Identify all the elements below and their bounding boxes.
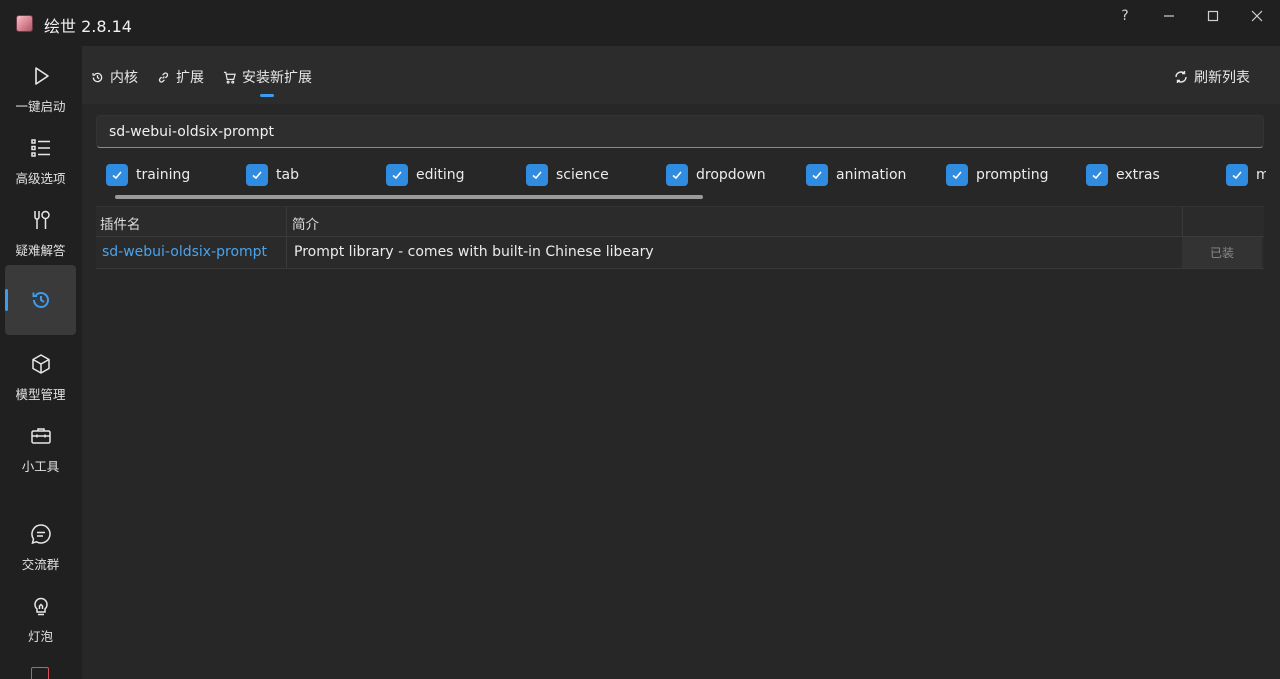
link-icon <box>156 70 170 84</box>
filter-label: prompting <box>976 167 1049 183</box>
toolbox-icon <box>29 424 53 448</box>
history-icon <box>29 288 53 312</box>
filter-label: animation <box>836 167 907 183</box>
tab-extensions[interactable]: 扩展 <box>156 66 204 88</box>
search-input[interactable] <box>97 116 1263 147</box>
calendar-icon[interactable] <box>31 667 49 679</box>
sidebar-item-versions[interactable] <box>5 265 76 335</box>
filter-checkbox-editing[interactable]: editing <box>386 164 465 186</box>
table-row[interactable]: sd-webui-oldsix-prompt Prompt library - … <box>96 237 1264 269</box>
refresh-icon <box>1174 70 1188 84</box>
tab-install-new[interactable]: 安装新扩展 <box>222 66 312 88</box>
filter-checkbox-animation[interactable]: animation <box>806 164 906 186</box>
filter-checkbox-tab[interactable]: tab <box>246 164 299 186</box>
filter-checkbox-models[interactable]: models <box>1226 164 1266 186</box>
help-button[interactable]: ? <box>1103 0 1147 32</box>
sidebar-item-label: 交流群 <box>21 557 60 572</box>
sidebar-item-models[interactable]: 模型管理 <box>5 334 76 404</box>
filter-label: dropdown <box>696 167 766 183</box>
sidebar: 一键启动 高级选项 疑难解答 模型管理 小工具 交流群 灯泡 <box>0 46 82 679</box>
history-icon <box>90 70 104 84</box>
cube-icon <box>29 352 53 376</box>
column-header-description[interactable]: 简介 <box>292 213 319 233</box>
refresh-list-button[interactable]: 刷新列表 <box>1174 66 1250 88</box>
checkmark-icon <box>246 164 268 186</box>
app-title: 绘世 2.8.14 <box>44 17 132 36</box>
tools-icon <box>29 208 53 232</box>
extensions-table: 插件名 简介 sd-webui-oldsix-prompt Prompt lib… <box>96 206 1264 269</box>
column-divider <box>286 207 287 236</box>
filter-label: training <box>136 167 191 183</box>
filter-label: models <box>1256 167 1266 183</box>
bulb-icon <box>29 594 53 618</box>
search-box[interactable] <box>96 115 1264 148</box>
play-icon <box>29 64 53 88</box>
extension-name-link[interactable]: sd-webui-oldsix-prompt <box>102 244 267 260</box>
sidebar-item-label: 一键启动 <box>15 99 66 114</box>
checkmark-icon <box>526 164 548 186</box>
filter-checkbox-science[interactable]: science <box>526 164 609 186</box>
minimize-icon <box>1164 15 1174 17</box>
sidebar-item-advanced[interactable]: 高级选项 <box>5 118 76 188</box>
checkmark-icon <box>1086 164 1108 186</box>
minimize-button[interactable] <box>1147 0 1191 32</box>
maximize-button[interactable] <box>1191 0 1235 32</box>
sidebar-item-label: 疑难解答 <box>15 243 66 258</box>
tag-filters: training tab editing science dropdown an… <box>96 160 1266 196</box>
close-button[interactable] <box>1235 0 1279 32</box>
sidebar-item-label: 模型管理 <box>15 387 66 402</box>
filter-label: science <box>556 167 609 183</box>
column-divider <box>286 237 287 268</box>
maximize-icon <box>1207 10 1219 22</box>
tab-bar: 内核 扩展 安装新扩展 刷新列表 <box>82 46 1280 104</box>
sidebar-item-bulb[interactable]: 灯泡 <box>5 576 76 646</box>
sidebar-item-troubleshoot[interactable]: 疑难解答 <box>5 190 76 260</box>
checkmark-icon <box>806 164 828 186</box>
tab-kernel[interactable]: 内核 <box>90 66 138 88</box>
filter-label: extras <box>1116 167 1160 183</box>
tab-label: 内核 <box>110 70 138 86</box>
cart-icon <box>222 70 236 84</box>
active-indicator <box>5 289 8 311</box>
filter-label: tab <box>276 167 299 183</box>
sidebar-item-label: 小工具 <box>21 459 60 474</box>
sidebar-item-community[interactable]: 交流群 <box>5 504 76 574</box>
filter-checkbox-training[interactable]: training <box>106 164 190 186</box>
filter-checkbox-prompting[interactable]: prompting <box>946 164 1049 186</box>
tab-active-indicator <box>260 94 274 97</box>
installed-status-button[interactable]: 已装 <box>1182 237 1262 268</box>
sidebar-item-label: 灯泡 <box>27 629 53 644</box>
filter-checkbox-dropdown[interactable]: dropdown <box>666 164 766 186</box>
checkmark-icon <box>666 164 688 186</box>
list-icon <box>29 136 53 160</box>
filter-label: editing <box>416 167 465 183</box>
checkmark-icon <box>1226 164 1248 186</box>
column-header-name[interactable]: 插件名 <box>100 213 141 233</box>
app-logo-icon <box>16 15 33 32</box>
title-bar: 绘世 2.8.14 ? <box>0 0 1280 46</box>
checkmark-icon <box>386 164 408 186</box>
close-icon <box>1251 10 1263 22</box>
checkmark-icon <box>946 164 968 186</box>
sidebar-item-tools[interactable]: 小工具 <box>5 406 76 476</box>
tab-label: 安装新扩展 <box>242 70 312 86</box>
horizontal-scrollbar[interactable] <box>115 195 703 199</box>
refresh-label: 刷新列表 <box>1194 70 1250 86</box>
extension-description: Prompt library - comes with built-in Chi… <box>294 244 654 260</box>
main-panel: 内核 扩展 安装新扩展 刷新列表 sd-webui-oldsix-prompt … <box>82 46 1280 679</box>
sidebar-item-launch[interactable]: 一键启动 <box>5 46 76 116</box>
sidebar-item-label: 高级选项 <box>15 171 66 186</box>
filter-checkbox-extras[interactable]: extras <box>1086 164 1160 186</box>
tab-label: 扩展 <box>176 70 204 86</box>
chat-icon <box>29 522 53 546</box>
checkmark-icon <box>106 164 128 186</box>
column-divider <box>1182 207 1183 236</box>
table-header: 插件名 简介 <box>96 206 1264 237</box>
